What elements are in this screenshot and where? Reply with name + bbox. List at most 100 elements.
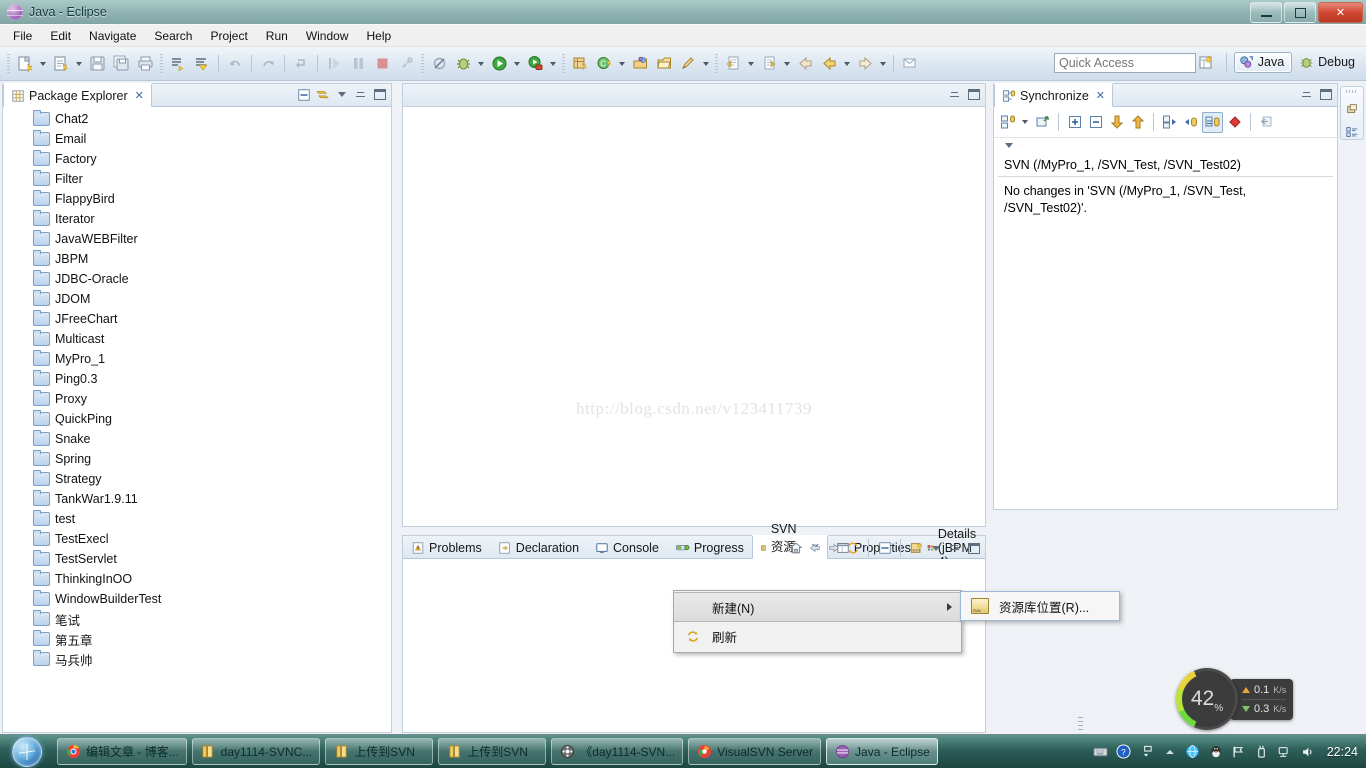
tree-item[interactable]: Ping0.3 <box>3 369 391 389</box>
menu-help[interactable]: Help <box>358 27 401 45</box>
show-hidden-icon[interactable] <box>1139 744 1155 760</box>
debug-dropdown-icon[interactable] <box>478 61 484 66</box>
tab-problems[interactable]: Problems <box>403 536 490 558</box>
tree-item[interactable]: TestServlet <box>3 549 391 569</box>
network-icon[interactable] <box>1277 744 1293 760</box>
status-bar-grip[interactable] <box>1078 717 1083 731</box>
tree-item[interactable]: QuickPing <box>3 409 391 429</box>
up-arrow-icon[interactable] <box>1162 744 1178 760</box>
view-menu-icon[interactable] <box>928 541 943 556</box>
tree-item[interactable]: 马兵帅 <box>3 649 391 669</box>
link-with-editor-icon[interactable] <box>315 87 330 102</box>
mode-outgoing-icon[interactable] <box>1181 113 1200 132</box>
run-dropdown-icon[interactable] <box>514 61 520 66</box>
taskbar-item[interactable]: 上传到SVN <box>325 738 434 765</box>
perspective-debug[interactable]: Debug <box>1295 53 1362 72</box>
tree-item[interactable]: Multicast <box>3 329 391 349</box>
tree-item[interactable]: Factory <box>3 149 391 169</box>
flag-icon[interactable] <box>1231 744 1247 760</box>
tree-item[interactable]: WindowBuilderTest <box>3 589 391 609</box>
resume-icon[interactable] <box>323 53 345 75</box>
expand-all-icon[interactable] <box>1065 113 1084 132</box>
back-icon[interactable] <box>794 53 816 75</box>
fast-view-grip[interactable] <box>1346 90 1358 93</box>
collapse-all-icon[interactable] <box>296 87 311 102</box>
tree-item[interactable]: Chat2 <box>3 109 391 129</box>
outgoing-mode-icon[interactable] <box>1128 113 1147 132</box>
open-resource-icon[interactable] <box>653 53 675 75</box>
tree-item[interactable]: JDOM <box>3 289 391 309</box>
tree-item[interactable]: FlappyBird <box>3 189 391 209</box>
view-menu-icon[interactable] <box>1001 138 1016 153</box>
synchronize-action-icon[interactable] <box>998 113 1017 132</box>
tab-declaration[interactable]: Declaration <box>490 536 587 558</box>
home-icon[interactable] <box>788 541 803 556</box>
maximize-view-icon[interactable] <box>372 87 387 102</box>
tree-item[interactable]: Filter <box>3 169 391 189</box>
tab-package-explorer-close[interactable]: ✕ <box>135 89 144 102</box>
forward-icon[interactable] <box>854 53 876 75</box>
tab-synchronize[interactable]: Synchronize ✕ <box>994 83 1114 107</box>
tab-synchronize-close[interactable]: ✕ <box>1096 89 1105 102</box>
menu-navigate[interactable]: Navigate <box>80 27 145 45</box>
tree-item[interactable]: JavaWEBFilter <box>3 229 391 249</box>
tree-item[interactable]: TankWar1.9.11 <box>3 489 391 509</box>
view-menu-icon[interactable] <box>334 87 349 102</box>
taskbar-item[interactable]: day1114-SVNC... <box>191 738 321 765</box>
volume-icon[interactable] <box>1300 744 1316 760</box>
restore-view-icon[interactable] <box>1345 101 1360 116</box>
skip-breakpoints-icon[interactable] <box>428 53 450 75</box>
new-package-icon[interactable] <box>569 53 591 75</box>
taskbar-item[interactable]: 编辑文章 - 博客... <box>57 738 187 765</box>
toolbar-grip-3[interactable] <box>421 54 424 73</box>
next-annotation-icon[interactable] <box>290 53 312 75</box>
undo-icon[interactable] <box>224 53 246 75</box>
redo-icon[interactable] <box>257 53 279 75</box>
tree-item[interactable]: JBPM <box>3 249 391 269</box>
editor-canvas[interactable]: http://blog.csdn.net/v123411739 <box>402 106 986 527</box>
tree-item[interactable]: JFreeChart <box>3 309 391 329</box>
forward-dropdown-icon[interactable] <box>880 61 886 66</box>
build-project-icon[interactable] <box>191 53 213 75</box>
run-icon[interactable] <box>488 53 510 75</box>
tree-item[interactable]: MyPro_1 <box>3 349 391 369</box>
taskbar-item[interactable]: 《day1114-SVN... <box>551 738 684 765</box>
submenu-item-repository-location[interactable]: 资源库位置(R)... <box>961 593 1119 619</box>
run-external-tools-icon[interactable] <box>524 53 546 75</box>
save-icon[interactable] <box>86 53 108 75</box>
quick-access-input[interactable] <box>1054 53 1196 73</box>
taskbar-item[interactable]: 上传到SVN <box>438 738 547 765</box>
new-class-dropdown-icon[interactable] <box>619 61 625 66</box>
help-icon[interactable]: ? <box>1116 744 1132 760</box>
toolbar-grip-5[interactable] <box>715 54 718 73</box>
minimize-view-icon[interactable] <box>353 87 368 102</box>
mode-both-icon[interactable] <box>1202 111 1223 133</box>
tab-console[interactable]: Console <box>587 536 667 558</box>
back-history-icon[interactable] <box>818 53 840 75</box>
previous-edit-icon[interactable] <box>722 53 744 75</box>
incoming-mode-icon[interactable] <box>1107 113 1126 132</box>
suspend-icon[interactable] <box>347 53 369 75</box>
mark-occurrences-dropdown-icon[interactable] <box>703 61 709 66</box>
open-type-icon[interactable] <box>629 53 651 75</box>
menu-edit[interactable]: Edit <box>41 27 80 45</box>
menu-file[interactable]: File <box>4 27 41 45</box>
previous-edit-dropdown-icon[interactable] <box>748 61 754 66</box>
maximize-view-icon[interactable] <box>1318 87 1333 102</box>
mode-incoming-icon[interactable] <box>1160 113 1179 132</box>
new-wizard-icon[interactable] <box>14 53 36 75</box>
toggle-mark-occurrences-icon[interactable] <box>677 53 699 75</box>
menu-run[interactable]: Run <box>257 27 297 45</box>
tree-item[interactable]: Proxy <box>3 389 391 409</box>
package-explorer-content[interactable]: Chat2 Email Factory Filter FlappyBird Iterato… <box>3 107 391 732</box>
tree-item[interactable]: Spring <box>3 449 391 469</box>
context-menu-item-new[interactable]: 新建(N) <box>674 592 961 622</box>
new-wizard-dropdown-icon[interactable] <box>40 61 46 66</box>
minimize-view-icon[interactable] <box>947 541 962 556</box>
maximize-view-icon[interactable] <box>966 541 981 556</box>
mode-conflicts-icon[interactable] <box>1225 113 1244 132</box>
close-button[interactable]: ✕ <box>1318 2 1363 23</box>
tab-package-explorer[interactable]: Package Explorer ✕ <box>3 83 152 107</box>
tree-item[interactable]: 笔试 <box>3 609 391 629</box>
toolbar-grip-4[interactable] <box>562 54 565 73</box>
